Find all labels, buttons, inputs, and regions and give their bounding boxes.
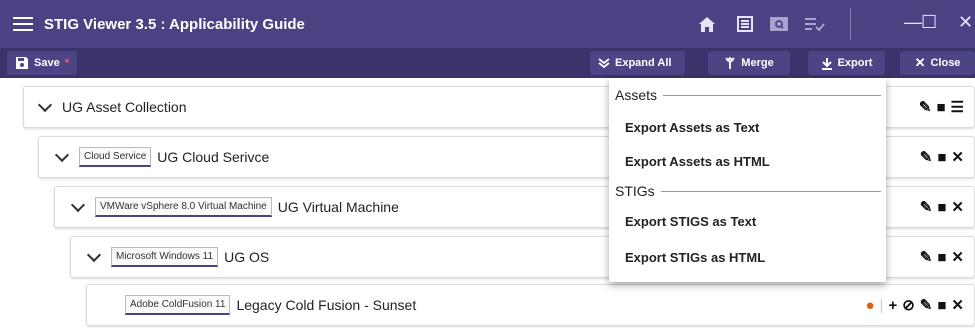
row-actions: ✎ ■ ✕ [920,248,964,267]
export-button[interactable]: Export [808,51,885,75]
assets-header-label: Assets [615,87,658,103]
row-label: UG Asset Collection [62,99,187,115]
close-button[interactable]: ✕ Close [900,51,975,75]
close-icon: ✕ [914,55,926,70]
note-icon[interactable]: ■ [937,149,946,166]
row-actions: ● | + ⊘ ✎ ■ ✕ [865,296,964,315]
compass-icon[interactable]: ⊘ [902,296,915,314]
pencil-icon[interactable]: ✎ [920,148,933,166]
pencil-icon[interactable]: ✎ [920,198,933,216]
stigs-header-label: STIGs [615,183,655,199]
assets-group-header: Assets [615,87,881,103]
merge-button[interactable]: Merge [708,51,790,75]
titlebar-divider [850,8,851,40]
expand-all-label: Expand All [615,57,672,69]
remove-icon[interactable]: ✕ [951,148,964,166]
row-actions: ✎ ■ ☰ [919,98,964,117]
close-window-button[interactable]: ✕ [958,12,973,33]
remove-icon[interactable]: ✕ [951,248,964,266]
row-label: UG Virtual Machine [277,199,399,215]
export-label: Export [837,57,873,69]
row-actions: ✎ ■ ✕ [920,198,964,217]
add-icon[interactable]: + [888,297,897,314]
export-menu: Assets Export Assets as Text Export Asse… [609,78,886,282]
note-icon[interactable]: ■ [936,99,945,116]
pencil-icon[interactable]: ✎ [920,296,933,314]
tree-row-cold-fusion[interactable]: Adobe ColdFusion 11 Legacy Cold Fusion -… [86,284,975,326]
save-label: Save [34,57,60,69]
export-assets-text-item[interactable]: Export Assets as Text [625,120,759,135]
type-badge: Adobe ColdFusion 11 [125,295,231,315]
unsaved-indicator: * [64,57,69,69]
note-icon[interactable]: ■ [937,199,946,216]
save-icon [16,57,28,69]
toolbar: Save * Expand All Merge Export ✕ Close [0,48,975,78]
pencil-icon[interactable]: ✎ [919,98,932,116]
note-icon[interactable]: ■ [937,249,946,266]
chevron-down-icon[interactable] [54,147,70,163]
row-actions: ✎ ■ ✕ [920,148,964,167]
download-icon [821,57,832,70]
type-badge: Microsoft Windows 11 [111,247,219,267]
checklist-icon[interactable] [805,14,825,34]
document-list-icon[interactable] [735,14,755,34]
divider: | [879,296,884,314]
export-stigs-html-item[interactable]: Export STIGs as HTML [625,250,765,265]
title-bar: STIG Viewer 3.5 : Applicability Guide — … [0,0,975,48]
double-chevron-down-icon [598,58,610,69]
merge-icon [725,56,735,69]
note-icon[interactable]: ■ [937,297,946,314]
sunset-warning-icon: ● [865,296,875,314]
chevron-down-icon[interactable] [86,247,102,263]
remove-icon[interactable]: ✕ [951,198,964,216]
row-label: UG OS [224,249,270,265]
chevron-down-icon[interactable] [70,197,86,213]
type-badge: Cloud Service [79,147,152,167]
export-stigs-text-item[interactable]: Export STIGS as Text [625,214,756,229]
stigs-group-header: STIGs [615,183,881,199]
merge-label: Merge [741,57,774,69]
save-button[interactable]: Save * [7,51,77,75]
expand-all-button[interactable]: Expand All [590,51,685,75]
close-label: Close [930,57,961,69]
minimize-button[interactable]: — [904,12,922,33]
home-icon[interactable] [697,14,717,34]
type-badge: VMWare vSphere 8.0 Virtual Machine [95,197,272,217]
remove-icon[interactable]: ✕ [951,296,964,314]
row-label: UG Cloud Serivce [157,149,270,165]
maximize-button[interactable]: ☐ [921,12,937,33]
list-icon[interactable]: ☰ [951,98,964,116]
hamburger-menu-icon[interactable] [13,17,33,31]
window-title: STIG Viewer 3.5 : Applicability Guide [44,15,305,33]
chevron-down-icon[interactable] [37,97,53,113]
search-card-icon[interactable] [769,14,789,34]
pencil-icon[interactable]: ✎ [920,248,933,266]
export-assets-html-item[interactable]: Export Assets as HTML [625,154,770,169]
row-label: Legacy Cold Fusion - Sunset [236,297,417,313]
